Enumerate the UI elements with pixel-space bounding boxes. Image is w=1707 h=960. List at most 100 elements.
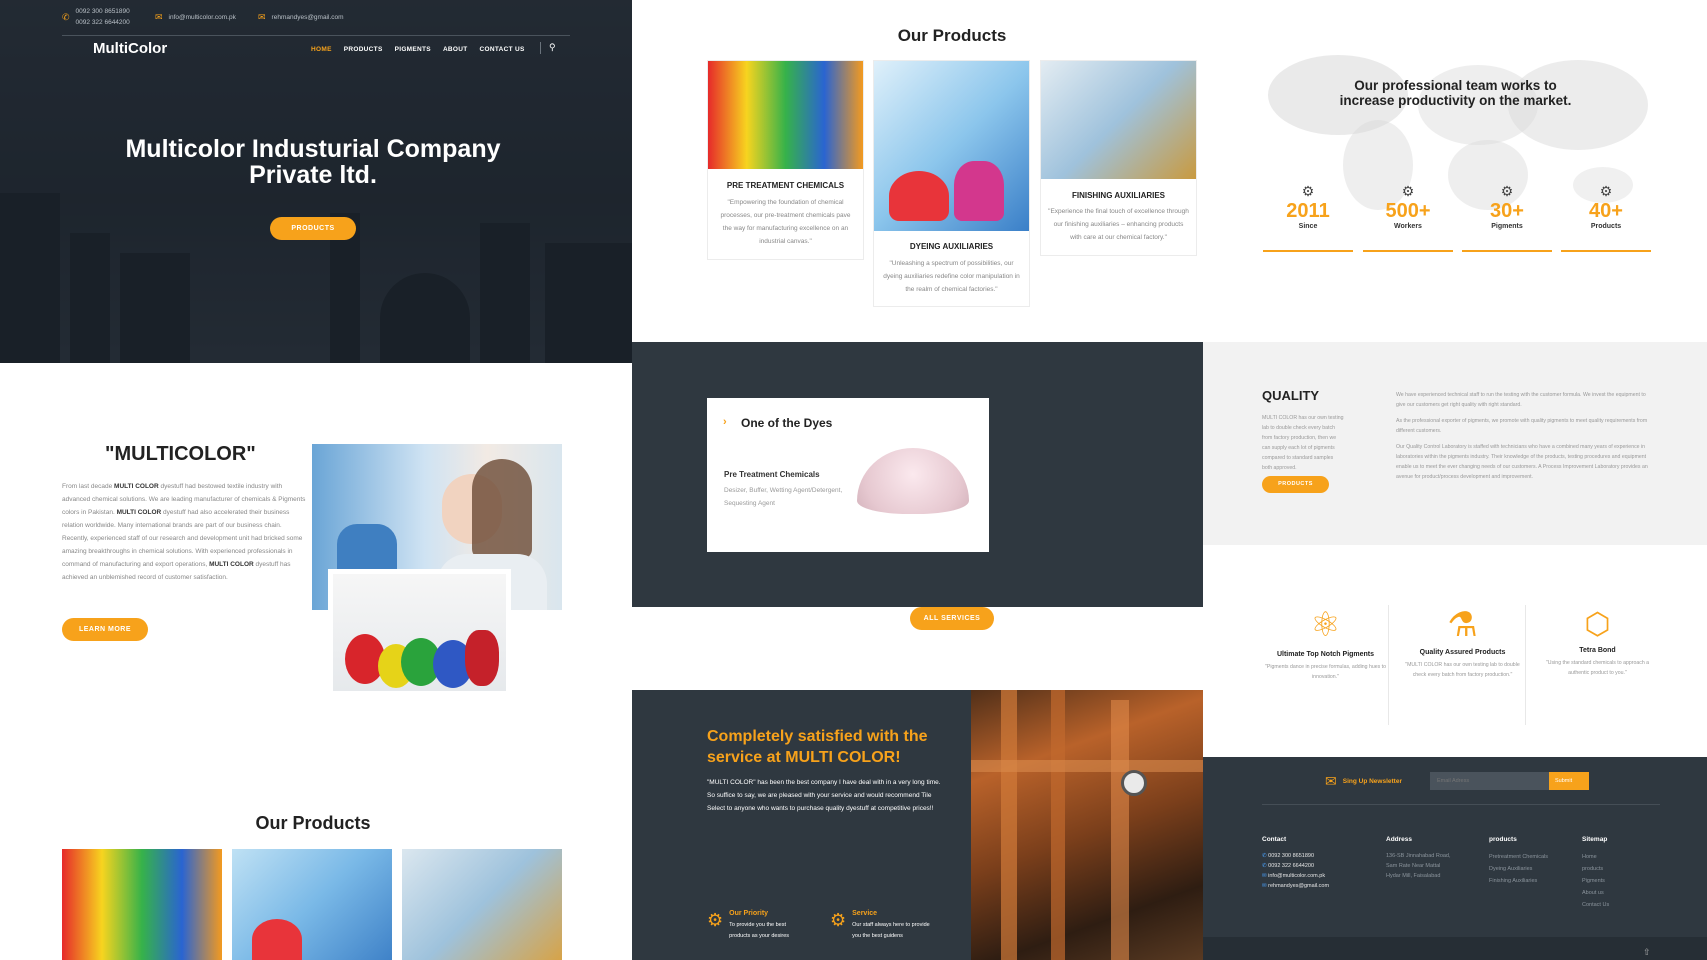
priority-block: ⚙ Our Priority To provide you the best p…	[707, 910, 789, 942]
phone-1[interactable]: 0092 300 8651890	[76, 8, 130, 15]
learn-more-button[interactable]: LEARN MORE	[62, 618, 148, 641]
nav-pigments[interactable]: PIGMENTS	[395, 46, 431, 53]
hero-products-button[interactable]: PRODUCTS	[270, 217, 356, 240]
product-card-dyeing[interactable]: DYEING AUXILIARIES "Unleashing a spectru…	[873, 60, 1030, 307]
dyes-desc-line1: Desizer, Buffer, Wetting Agent/Detergent…	[724, 487, 843, 494]
stat-label: Workers	[1394, 223, 1422, 230]
quality-paragraph: We have experienced technical staff to r…	[1396, 392, 1646, 408]
gear-icon: ⚙	[707, 910, 724, 930]
priority-desc-line2: products as your desires	[729, 933, 790, 939]
footer-sitemap-link[interactable]: Contact Us	[1582, 899, 1609, 911]
product-card-finishing[interactable]: FINISHING AUXILIARIES "Experience the fi…	[1040, 60, 1197, 256]
hair-shape	[472, 459, 532, 559]
dyes-card[interactable]: › One of the Dyes Pre Treatment Chemical…	[707, 398, 989, 552]
footer-email-1[interactable]: info@multicolor.com.pk	[1268, 873, 1325, 879]
dyes-section: › One of the Dyes Pre Treatment Chemical…	[632, 342, 1203, 607]
phone-2[interactable]: 0092 322 6644200	[76, 19, 130, 26]
footer-product-link[interactable]: Pretreatment Chemicals	[1489, 851, 1548, 863]
stat-number: 2011	[1286, 200, 1330, 222]
footer-divider	[1262, 804, 1660, 805]
product-desc: "Unleashing a spectrum of possibilities,…	[883, 260, 1020, 293]
gear-icon: ⚙	[1401, 183, 1415, 199]
product-image-tubes	[708, 61, 863, 169]
product-title: PRE TREATMENT CHEMICALS	[726, 181, 845, 190]
newsletter-label: ✉ Sing Up Newsletter	[1325, 773, 1402, 790]
feature-title: Tetra Bond	[1579, 647, 1616, 654]
footer-product-link[interactable]: Dyeing Auxiliaries	[1489, 863, 1548, 875]
quality-section: QUALITY MULTI COLOR has our own testing …	[1203, 342, 1707, 545]
search-icon[interactable]: ⚲	[549, 42, 556, 53]
product-title: FINISHING AUXILIARIES	[1071, 191, 1166, 200]
stats-heading-line2: increase productivity on the market.	[1339, 93, 1572, 108]
envelope-icon: ✉	[1325, 773, 1337, 789]
quality-heading: QUALITY	[1262, 388, 1320, 403]
product-image-flask[interactable]	[232, 849, 392, 960]
pipe-shape	[971, 760, 1203, 772]
footer-sitemap-link[interactable]: Pigments	[1582, 875, 1609, 887]
dyes-desc-line2: Sequesting Agent	[724, 500, 775, 507]
product-image-scientist	[1041, 61, 1196, 179]
feature-pigments: ⚛ Ultimate Top Notch Pigments "Pigments …	[1263, 605, 1388, 682]
footer-phone-2[interactable]: 0092 322 6644200	[1268, 863, 1314, 869]
newsletter-email-input[interactable]	[1430, 772, 1549, 790]
newsletter-submit-button[interactable]: Submit	[1549, 772, 1589, 790]
dyes-desc: Desizer, Buffer, Wetting Agent/Detergent…	[724, 484, 842, 510]
service-desc: Our staff always here to provide you the…	[852, 920, 930, 942]
priority-desc-line1: To provide you the best	[729, 922, 787, 928]
feature-quality: ⚗ Quality Assured Products "MULTI COLOR …	[1400, 605, 1525, 680]
pipe-shape	[1051, 690, 1065, 960]
red-liquid	[889, 171, 949, 221]
footer-phone-1[interactable]: 0092 300 8651890	[1268, 853, 1314, 859]
mail-icon: ✉	[258, 12, 266, 22]
stat-label: Since	[1298, 223, 1318, 230]
stats-heading-line1: Our professional team works to	[1354, 78, 1557, 93]
product-image-tubes[interactable]	[62, 849, 222, 960]
about-section: "MULTICOLOR" From last decade MULTI COLO…	[0, 363, 632, 763]
product-card-pretreatment[interactable]: PRE TREATMENT CHEMICALS "Empowering the …	[707, 60, 864, 260]
email-2[interactable]: rehmandyes@gmail.com	[272, 14, 344, 21]
topbar-email-2: ✉ rehmandyes@gmail.com	[258, 12, 344, 23]
scroll-top-icon[interactable]: ⇧	[1643, 947, 1651, 958]
product-image-scientist[interactable]	[402, 849, 562, 960]
quality-right-text: We have experienced technical staff to r…	[1396, 390, 1654, 482]
molecule-icon: ⬡	[1584, 608, 1611, 641]
industrial-pipes-photo	[971, 690, 1203, 960]
quality-products-button[interactable]: PRODUCTS	[1262, 476, 1329, 493]
stat-underline	[1363, 250, 1453, 252]
priority-desc: To provide you the best products as your…	[729, 920, 789, 942]
stat-underline	[1561, 250, 1651, 252]
footer-product-link[interactable]: Finishing Auxiliaries	[1489, 875, 1548, 887]
nav-home[interactable]: HOME	[311, 46, 332, 53]
feature-divider	[1525, 605, 1526, 725]
flasks-photo	[333, 574, 506, 691]
pipe-shape	[1111, 700, 1129, 960]
phone-icon: ✆	[62, 11, 70, 22]
stats-heading: Our professional team works to increase …	[1258, 78, 1653, 108]
footer-sitemap-link[interactable]: products	[1582, 863, 1609, 875]
nav-products[interactable]: PRODUCTS	[344, 46, 383, 53]
testimonial-title-line1: Completely satisfied with the	[707, 728, 928, 745]
nav-contact[interactable]: CONTACT US	[480, 46, 525, 53]
footer-address-line: Sam Rate Near Mattal	[1386, 863, 1441, 869]
flask-icon: ⚗	[1447, 606, 1478, 644]
footer-contact-column: Contact ✆ 0092 300 8651890 ✆ 0092 322 66…	[1262, 836, 1329, 891]
footer-sitemap-link[interactable]: Home	[1582, 851, 1609, 863]
hero-title-line2: Private ltd.	[249, 161, 377, 189]
flasks-photo-frame	[328, 569, 511, 696]
footer-sitemap-title: Sitemap	[1582, 836, 1608, 843]
powder-pile-image	[857, 448, 969, 514]
stat-number: 500+	[1385, 200, 1431, 222]
red-flask-2	[465, 630, 499, 686]
hero-title: Multicolor Industurial Company Private l…	[0, 136, 626, 188]
stat-label: Products	[1590, 223, 1622, 230]
footer-sitemap-link[interactable]: About us	[1582, 887, 1609, 899]
site-logo[interactable]: MultiColor	[93, 40, 167, 57]
all-services-button[interactable]: ALL SERVICES	[910, 607, 994, 630]
gear-icon: ⚙	[830, 910, 847, 930]
nav-about[interactable]: ABOUT	[443, 46, 468, 53]
products-section-top: Our Products PRE TREATMENT CHEMICALS "Em…	[632, 0, 1203, 342]
products-heading: Our Products	[897, 26, 1007, 45]
footer-address-line: Hydar Mill, Faisalabad	[1386, 873, 1441, 879]
footer-email-2[interactable]: rehmandyes@gmail.com	[1268, 883, 1329, 889]
email-1[interactable]: info@multicolor.com.pk	[169, 14, 236, 21]
